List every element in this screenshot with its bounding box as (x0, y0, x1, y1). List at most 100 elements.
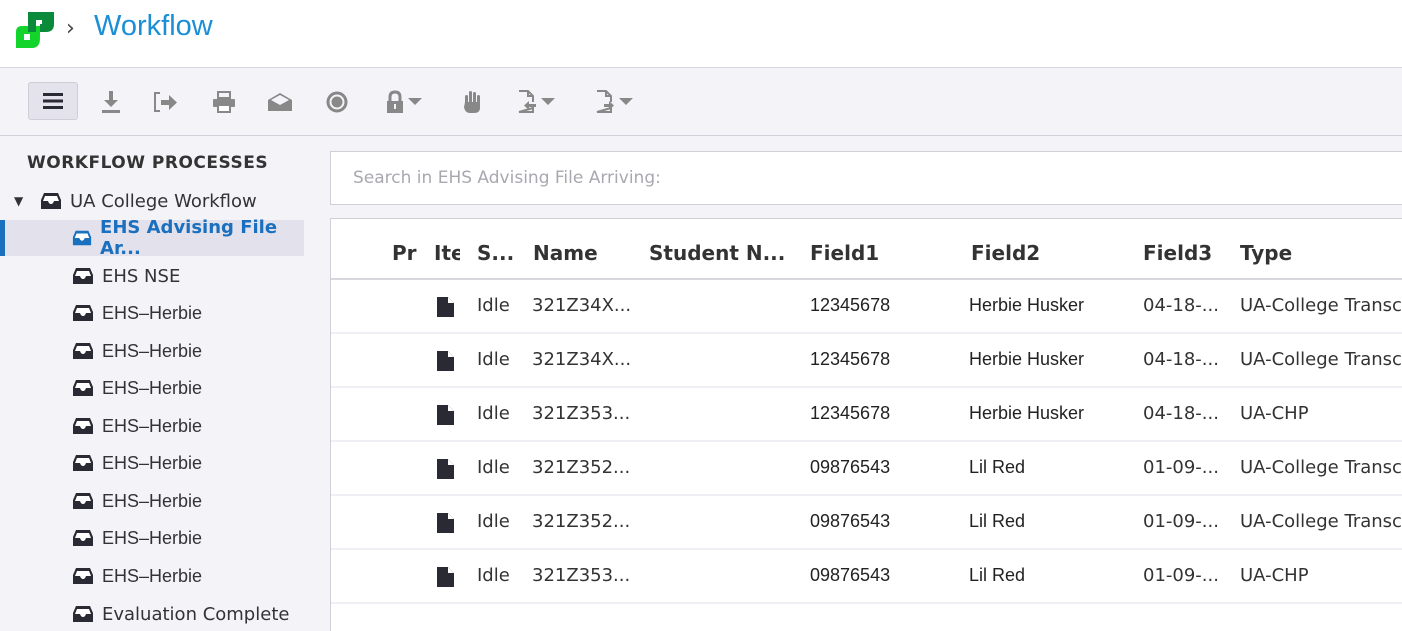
cell-status: Idle (477, 511, 510, 532)
column-header-type[interactable]: Type (1240, 241, 1292, 265)
table-row[interactable]: Idle 321Z353... 12345678 Herbie Husker 04-18… (331, 388, 1402, 442)
file-icon (437, 459, 454, 484)
export-button[interactable] (152, 82, 180, 122)
inbox-icon (72, 230, 92, 246)
lock-dropdown-button[interactable] (382, 82, 426, 122)
hold-button[interactable] (460, 82, 484, 122)
table-row[interactable]: Idle 321Z34X... 12345678 Herbie Husker 04-18… (331, 334, 1402, 388)
cell-status: Idle (477, 457, 510, 478)
cell-field3: 01-09-... (1143, 565, 1219, 586)
app-header: › Workflow (0, 0, 1402, 68)
sidebar-item-ehs-herbie[interactable]: EHS–Herbie (0, 295, 304, 331)
sign-out-icon (154, 92, 177, 112)
app-logo-icon[interactable] (14, 10, 56, 50)
column-header-field3[interactable]: Field3 (1143, 241, 1212, 265)
inbox-icon (41, 193, 61, 209)
inbox-icon (73, 305, 93, 321)
sidebar-item-ehs-herbie[interactable]: EHS–Herbie (0, 445, 304, 481)
sidebar-item-ehs-herbie[interactable]: EHS–Herbie (0, 333, 304, 369)
document-export-dropdown-button[interactable] (592, 82, 636, 122)
cell-field2: Lil Red (969, 565, 1026, 585)
sidebar-item-ehs-advising-file[interactable]: EHS Advising File Ar... (0, 217, 304, 259)
sidebar-item-label: EHS–Herbie (102, 565, 203, 586)
cell-name: 321Z353... (532, 565, 631, 586)
sidebar-item-evaluation-complete[interactable]: Evaluation Complete (0, 596, 304, 631)
cell-status: Idle (477, 565, 510, 586)
file-icon (437, 405, 454, 430)
menu-button[interactable] (28, 82, 78, 120)
column-header-field1[interactable]: Field1 (810, 241, 879, 265)
print-icon (213, 91, 235, 113)
file-icon (437, 351, 454, 376)
chevron-down-icon (408, 98, 422, 105)
download-button[interactable] (98, 82, 124, 122)
sidebar-item-ehs-nse[interactable]: EHS NSE (0, 258, 304, 294)
sidebar-item-label: EHS–Herbie (102, 415, 203, 436)
inbox-icon (73, 418, 93, 434)
tree-root-label: UA College Workflow (70, 190, 257, 212)
items-grid: Pr Ite S... Name Student N... Field1 Fie… (330, 218, 1402, 631)
download-icon (102, 91, 120, 113)
tree-root-ua-college-workflow[interactable]: ▼ UA College Workflow (14, 187, 257, 215)
record-button[interactable] (324, 82, 350, 122)
column-header-student-name[interactable]: Student N... (649, 241, 785, 265)
cell-name: 321Z353... (532, 403, 631, 424)
cell-status: Idle (477, 403, 510, 424)
grid-header: Pr Ite S... Name Student N... Field1 Fie… (331, 219, 1402, 280)
document-out-icon (596, 90, 614, 113)
cell-status: Idle (477, 295, 510, 316)
toolbar (0, 68, 1402, 136)
search-input[interactable] (331, 152, 1402, 204)
table-row[interactable]: Idle 321Z352... 09876543 Lil Red 01-09-... UA… (331, 442, 1402, 496)
cell-type: UA-College Transcr (1240, 457, 1402, 478)
cell-field2: Herbie Husker (969, 403, 1085, 423)
cell-field1: 12345678 (810, 295, 891, 315)
file-icon (437, 297, 454, 322)
sidebar-item-ehs-herbie[interactable]: EHS–Herbie (0, 370, 304, 406)
page-title[interactable]: Workflow (94, 10, 213, 43)
sidebar-item-label: EHS Advising File Ar... (100, 217, 278, 259)
inbox-icon (73, 568, 93, 584)
column-header-status[interactable]: S... (477, 241, 517, 265)
sidebar-item-ehs-herbie[interactable]: EHS–Herbie (0, 408, 304, 444)
table-row[interactable]: Idle 321Z34X... 12345678 Herbie Husker 04-18… (331, 280, 1402, 334)
sidebar-item-ehs-herbie[interactable]: EHS–Herbie (0, 520, 304, 556)
caret-down-icon[interactable]: ▼ (14, 194, 32, 208)
document-import-dropdown-button[interactable] (514, 82, 558, 122)
sidebar-item-label: Evaluation Complete (102, 603, 290, 625)
cell-field3: 04-18-... (1143, 295, 1219, 316)
column-header-field2[interactable]: Field2 (971, 241, 1040, 265)
cell-name: 321Z34X... (532, 349, 632, 370)
sidebar-item-label: EHS–Herbie (102, 377, 203, 398)
inbox-icon (73, 606, 93, 622)
cell-type: UA-CHP (1240, 403, 1309, 424)
column-header-item[interactable]: Ite (434, 241, 460, 265)
cell-field3: 01-09-... (1143, 457, 1219, 478)
sidebar-item-ehs-herbie[interactable]: EHS–Herbie (0, 558, 304, 594)
file-icon (437, 513, 454, 538)
sidebar: WORKFLOW PROCESSES ▼ UA College Workflow… (0, 137, 330, 631)
inbox-icon (73, 343, 93, 359)
table-row[interactable]: Idle 321Z352... 09876543 Lil Red 01-09-... UA… (331, 496, 1402, 550)
envelope-open-icon (268, 93, 292, 111)
sidebar-item-ehs-herbie[interactable]: EHS–Herbie (0, 483, 304, 519)
sidebar-title: WORKFLOW PROCESSES (27, 153, 269, 173)
sidebar-item-label: EHS–Herbie (102, 340, 203, 361)
cell-type: UA-College Transcr (1240, 295, 1402, 316)
table-row[interactable]: Idle 321Z353... 09876543 Lil Red 01-09-... UA… (331, 550, 1402, 604)
cell-name: 321Z34X... (532, 295, 632, 316)
cell-field1: 09876543 (810, 457, 891, 477)
column-header-name[interactable]: Name (533, 241, 598, 265)
email-button[interactable] (266, 82, 294, 122)
cell-field2: Herbie Husker (969, 295, 1085, 315)
cell-field1: 12345678 (810, 349, 891, 369)
print-button[interactable] (210, 82, 238, 122)
lock-icon (387, 90, 403, 113)
file-icon (437, 567, 454, 592)
chevron-down-icon (541, 98, 555, 105)
sidebar-item-label: EHS NSE (102, 265, 181, 287)
inbox-icon (73, 530, 93, 546)
column-header-priority[interactable]: Pr (392, 241, 418, 265)
inbox-icon (73, 455, 93, 471)
sidebar-item-label: EHS–Herbie (102, 527, 203, 548)
